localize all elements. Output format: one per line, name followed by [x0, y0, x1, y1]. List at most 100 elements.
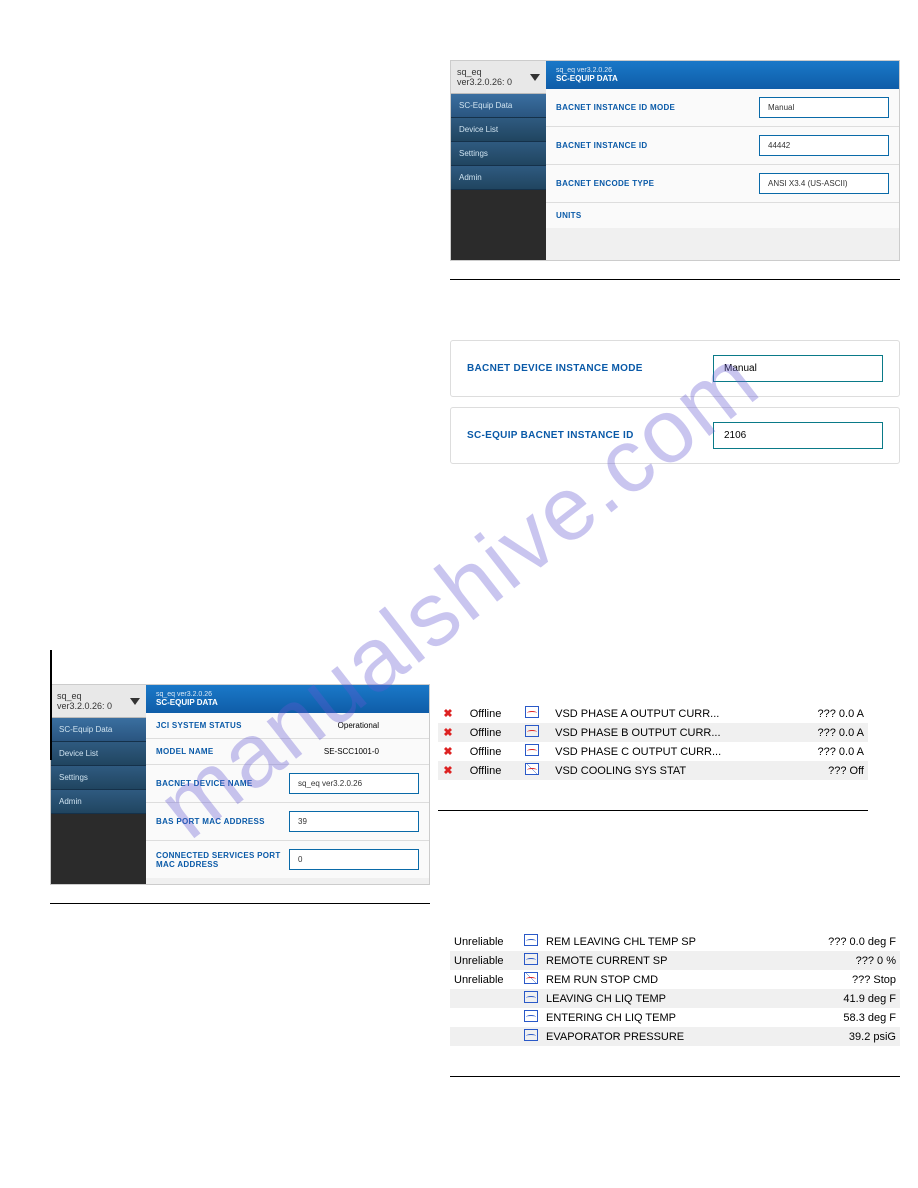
table-row: EVAPORATOR PRESSURE 39.2 psiG — [450, 1027, 900, 1046]
sidebar-item[interactable]: Admin — [51, 790, 146, 814]
point-value: ??? 0.0 A — [792, 723, 868, 742]
app-screenshot-1: sq_eq ver3.2.0.26: 0 SC-Equip Data Devic… — [450, 60, 900, 261]
divider — [450, 279, 900, 280]
field-card: BACNET DEVICE INSTANCE MODE Manual — [450, 340, 900, 397]
x-icon: ✖ — [442, 707, 454, 720]
setting-label: MODEL NAME — [156, 747, 314, 756]
point-status: Offline — [466, 723, 521, 742]
sidebar-item[interactable]: SC-Equip Data — [51, 718, 146, 742]
point-status: Unreliable — [450, 970, 520, 989]
setting-row: BACNET ENCODE TYPE ANSI X3.4 (US-ASCII) — [546, 165, 899, 203]
table-row: ENTERING CH LIQ TEMP 58.3 deg F — [450, 1008, 900, 1027]
setting-row: BACNET INSTANCE ID MODE Manual — [546, 89, 899, 127]
table-row: Unreliable REMOTE CURRENT SP ??? 0 % — [450, 951, 900, 970]
sidebar-item[interactable]: Device List — [451, 118, 546, 142]
table-row: ✖ Offline VSD COOLING SYS STAT ??? Off — [438, 761, 868, 780]
setting-value-input[interactable]: 39 — [289, 811, 419, 832]
point-name: EVAPORATOR PRESSURE — [542, 1027, 784, 1046]
setting-row: BACNET INSTANCE ID 44442 — [546, 127, 899, 165]
point-status: Offline — [466, 704, 521, 723]
table-row: ✖ Offline VSD PHASE B OUTPUT CURR... ???… — [438, 723, 868, 742]
trend-icon — [524, 1010, 538, 1022]
field-card: SC-EQUIP BACNET INSTANCE ID 2106 — [450, 407, 900, 464]
setting-label: CONNECTED SERVICES PORT MAC ADDRESS — [156, 851, 289, 869]
offline-points-table: ✖ Offline VSD PHASE A OUTPUT CURR... ???… — [438, 704, 868, 780]
setting-label: BACNET INSTANCE ID MODE — [556, 103, 759, 112]
point-status — [450, 1008, 520, 1027]
point-status — [450, 1027, 520, 1046]
trend-icon — [525, 706, 539, 718]
x-icon: ✖ — [442, 764, 454, 777]
setting-value-input[interactable]: sq_eq ver3.2.0.26 — [289, 773, 419, 794]
sidebar-dropdown-label: sq_eq ver3.2.0.26: 0 — [457, 67, 530, 87]
point-name: VSD PHASE B OUTPUT CURR... — [551, 723, 792, 742]
trend-icon — [524, 1029, 538, 1041]
field-label: SC-EQUIP BACNET INSTANCE ID — [467, 430, 713, 441]
point-value: 41.9 deg F — [784, 989, 900, 1008]
sidebar-item[interactable]: Device List — [51, 742, 146, 766]
field-label: BACNET DEVICE INSTANCE MODE — [467, 363, 713, 374]
setting-label: BACNET INSTANCE ID — [556, 141, 759, 150]
point-name: LEAVING CH LIQ TEMP — [542, 989, 784, 1008]
setting-value: SE-SCC1001-0 — [314, 747, 419, 756]
x-icon: ✖ — [442, 745, 454, 758]
app-screenshot-2: sq_eq ver3.2.0.26: 0 SC-Equip Data Devic… — [50, 684, 430, 885]
point-name: ENTERING CH LIQ TEMP — [542, 1008, 784, 1027]
binary-icon — [524, 972, 538, 984]
point-name: REM LEAVING CHL TEMP SP — [542, 932, 784, 951]
table-row: ✖ Offline VSD PHASE A OUTPUT CURR... ???… — [438, 704, 868, 723]
table-row: Unreliable REM RUN STOP CMD ??? Stop — [450, 970, 900, 989]
setting-value-input[interactable]: 0 — [289, 849, 419, 870]
sidebar-item[interactable]: Admin — [451, 166, 546, 190]
sidebar-item[interactable]: SC-Equip Data — [451, 94, 546, 118]
panel-header: sq_eq ver3.2.0.26 SC-EQUIP DATA — [146, 685, 429, 713]
trend-icon — [525, 744, 539, 756]
point-status — [450, 989, 520, 1008]
field-input[interactable]: 2106 — [713, 422, 883, 449]
trend-icon — [524, 934, 538, 946]
point-value: ??? 0 % — [784, 951, 900, 970]
divider — [438, 810, 868, 811]
setting-label: UNITS — [556, 211, 889, 220]
point-value: ??? 0.0 A — [792, 742, 868, 761]
point-name: REMOTE CURRENT SP — [542, 951, 784, 970]
setting-value-input[interactable]: Manual — [759, 97, 889, 118]
point-name: VSD COOLING SYS STAT — [551, 761, 792, 780]
point-value: 58.3 deg F — [784, 1008, 900, 1027]
point-name: VSD PHASE C OUTPUT CURR... — [551, 742, 792, 761]
point-status: Unreliable — [450, 932, 520, 951]
point-status: Offline — [466, 742, 521, 761]
sidebar-dropdown-label: sq_eq ver3.2.0.26: 0 — [57, 691, 130, 711]
table-row: ✖ Offline VSD PHASE C OUTPUT CURR... ???… — [438, 742, 868, 761]
table-row: LEAVING CH LIQ TEMP 41.9 deg F — [450, 989, 900, 1008]
setting-row: UNITS — [546, 203, 899, 228]
chevron-down-icon — [130, 698, 140, 705]
point-status: Unreliable — [450, 951, 520, 970]
point-value: ??? Off — [792, 761, 868, 780]
divider — [50, 903, 430, 904]
sidebar-dropdown[interactable]: sq_eq ver3.2.0.26: 0 — [451, 61, 546, 94]
point-value: 39.2 psiG — [784, 1027, 900, 1046]
panel-header: sq_eq ver3.2.0.26 SC-EQUIP DATA — [546, 61, 899, 89]
trend-icon — [525, 725, 539, 737]
setting-value-input[interactable]: 44442 — [759, 135, 889, 156]
setting-label: BAS PORT MAC ADDRESS — [156, 817, 289, 826]
setting-label: JCI SYSTEM STATUS — [156, 721, 328, 730]
point-value: ??? Stop — [784, 970, 900, 989]
chevron-down-icon — [530, 74, 540, 81]
sidebar-item[interactable]: Settings — [451, 142, 546, 166]
vertical-divider — [50, 650, 52, 760]
x-icon: ✖ — [442, 726, 454, 739]
trend-icon — [524, 953, 538, 965]
point-name: REM RUN STOP CMD — [542, 970, 784, 989]
field-input[interactable]: Manual — [713, 355, 883, 382]
setting-value-input[interactable]: ANSI X3.4 (US-ASCII) — [759, 173, 889, 194]
point-value: ??? 0.0 A — [792, 704, 868, 723]
sidebar-dropdown[interactable]: sq_eq ver3.2.0.26: 0 — [51, 685, 146, 718]
point-value: ??? 0.0 deg F — [784, 932, 900, 951]
divider — [450, 1076, 900, 1077]
setting-value: Operational — [328, 721, 419, 730]
point-name: VSD PHASE A OUTPUT CURR... — [551, 704, 792, 723]
sidebar-item[interactable]: Settings — [51, 766, 146, 790]
setting-label: BACNET DEVICE NAME — [156, 779, 289, 788]
